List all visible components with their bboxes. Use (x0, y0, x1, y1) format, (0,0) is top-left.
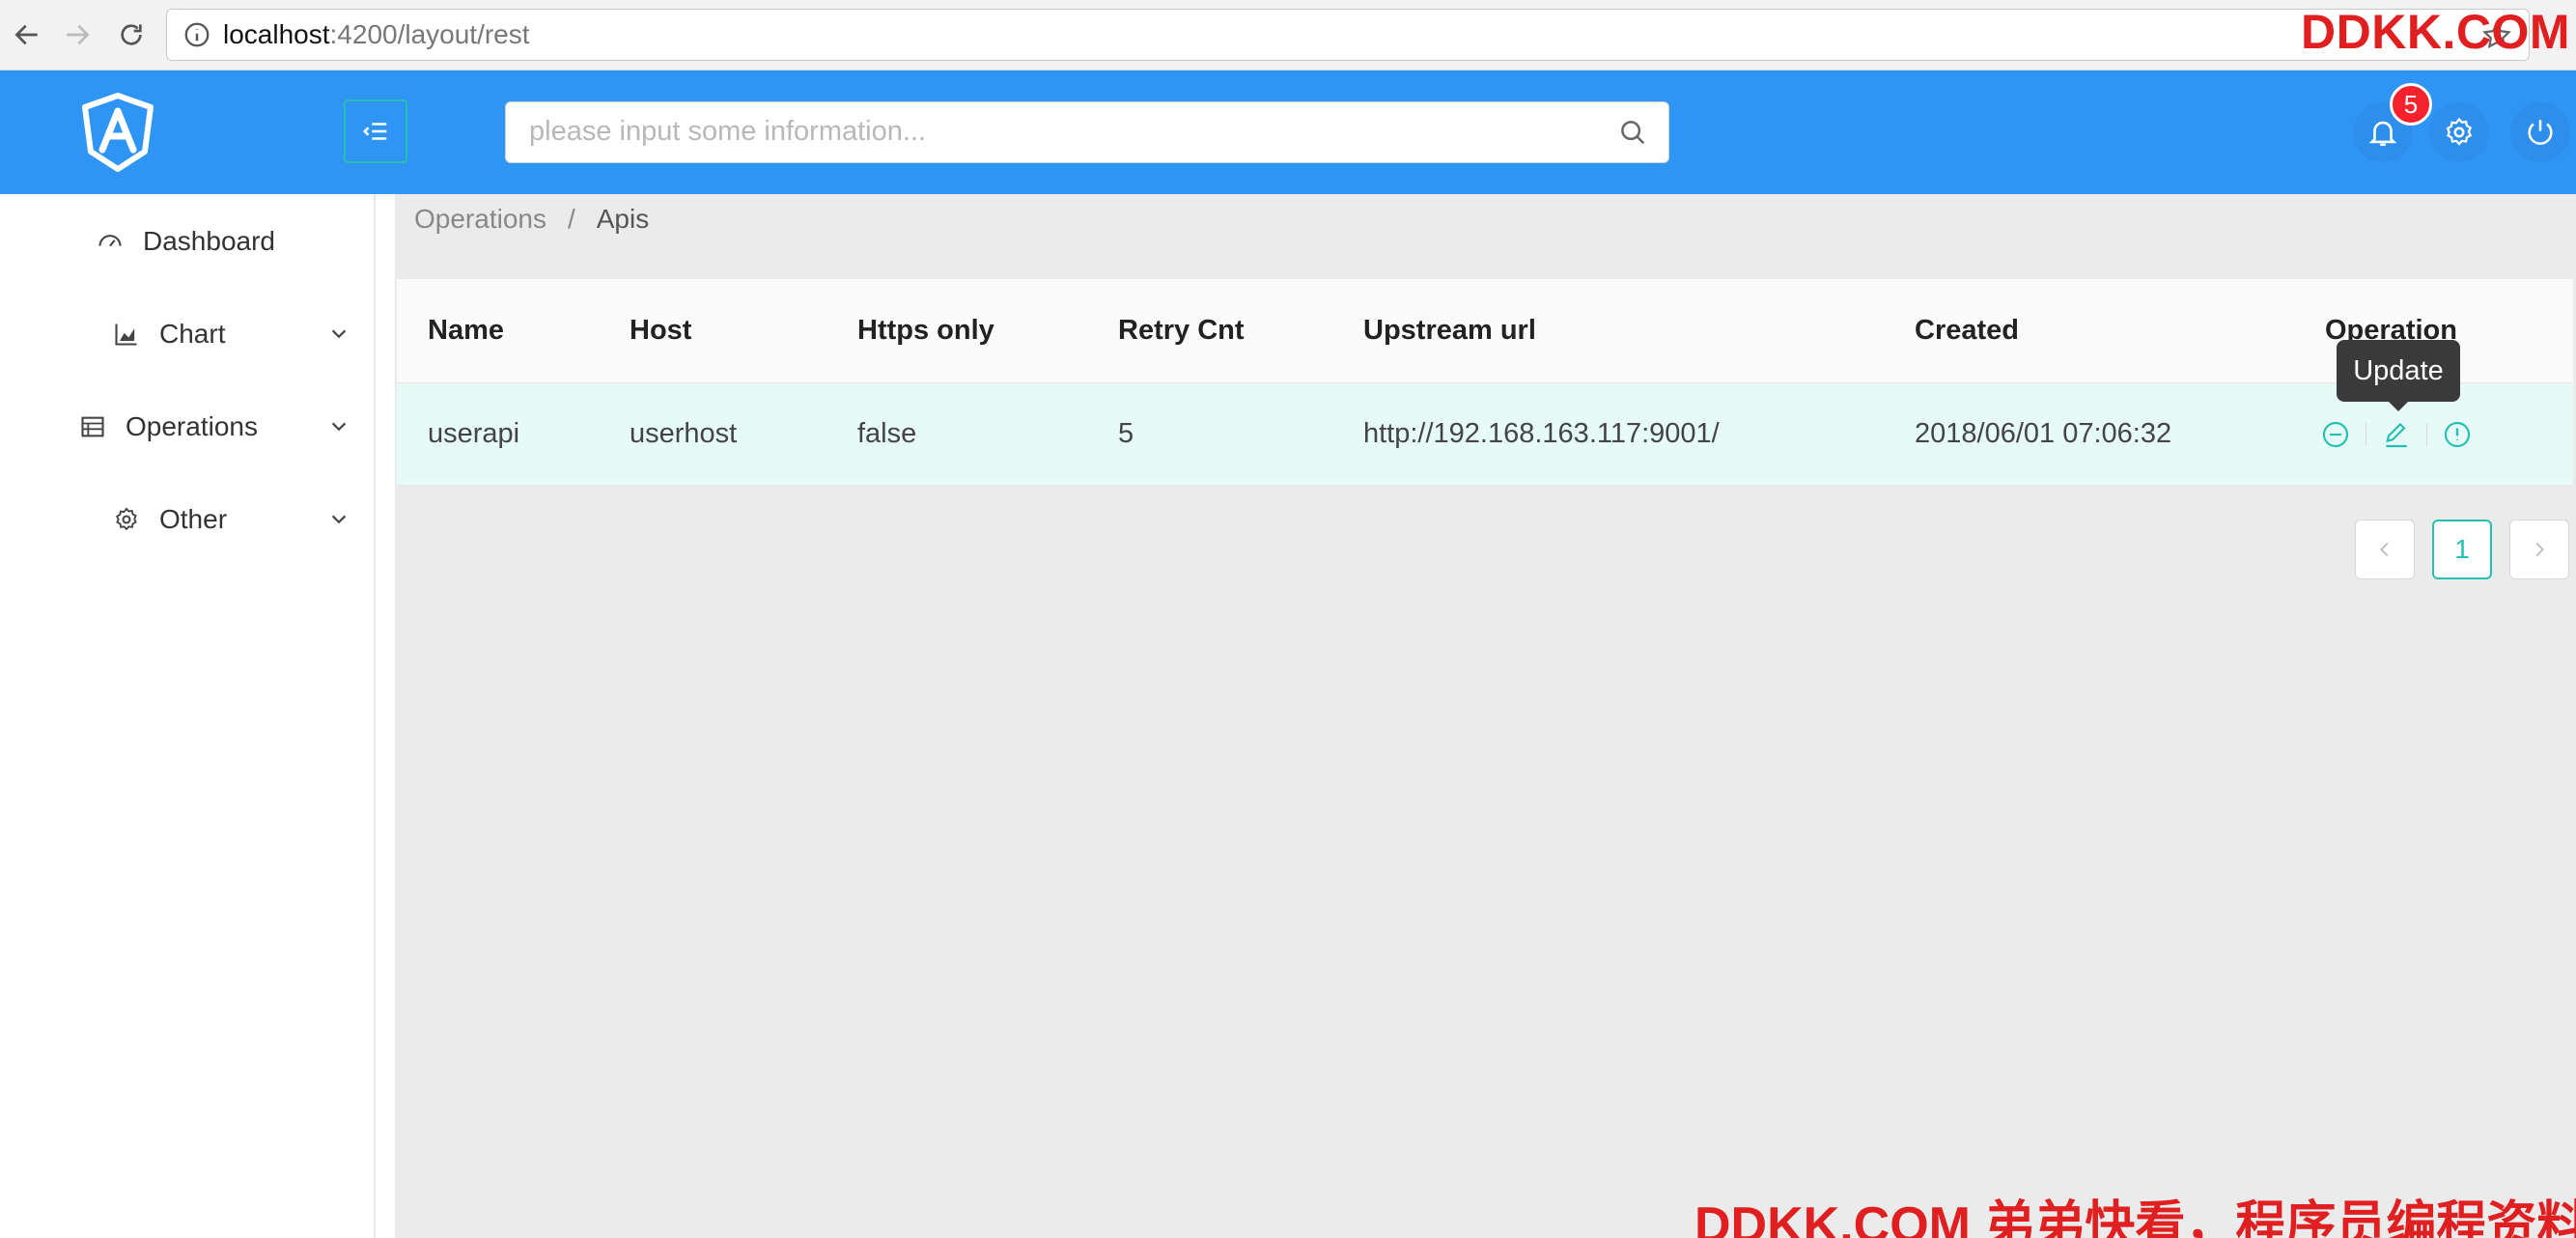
watermark-top: DDKK.COM (2301, 5, 2570, 59)
table-header: Name Host Https only Retry Cnt Upstream … (397, 279, 2573, 383)
arrow-right-icon (67, 24, 90, 45)
chevron-right-icon (2535, 542, 2544, 557)
info-icon (184, 22, 210, 47)
search-input[interactable] (506, 102, 1587, 160)
cell-https-only: false (857, 418, 917, 449)
angular-logo-icon[interactable] (77, 92, 158, 173)
pagination-page-1[interactable]: 1 (2432, 520, 2492, 579)
column-header-name[interactable]: Name (428, 279, 504, 382)
sidebar-item-label: Other (159, 504, 228, 534)
dashboard-icon (98, 235, 122, 247)
back-button[interactable] (8, 15, 46, 54)
sidebar-item-other[interactable]: Other (113, 491, 227, 549)
divider (2426, 422, 2427, 446)
cell-retry-cnt: 5 (1118, 418, 1134, 449)
main-content: Operations / Apis Name Host Https only Ret… (395, 194, 2576, 1238)
sidebar-item-chart[interactable]: Chart (113, 305, 225, 363)
menu-fold-icon (362, 123, 387, 140)
sidebar: Dashboard Chart Operations Other (0, 194, 376, 1238)
bell-icon (2368, 121, 2397, 147)
settings-button[interactable] (2429, 102, 2489, 162)
watermark-bottom: DDKK.COM 弟弟快看，程序员编程资料站 (1694, 1197, 2576, 1238)
chevron-down-icon[interactable] (328, 324, 350, 345)
column-header-host[interactable]: Host (630, 279, 691, 382)
menu-fold-button[interactable] (344, 99, 407, 163)
app-header (0, 70, 2576, 194)
sidebar-item-operations[interactable]: Operations (79, 398, 258, 456)
update-button[interactable] (2380, 418, 2413, 451)
area-chart-icon (115, 324, 137, 346)
address-bar[interactable]: localhost:4200/layout/rest (166, 9, 2530, 61)
url-host: localhost (223, 19, 330, 49)
detail-button[interactable] (2441, 418, 2474, 451)
gear-icon (116, 507, 137, 531)
power-icon (2528, 120, 2553, 145)
search-icon[interactable] (1618, 118, 1647, 147)
notification-badge: 5 (2390, 83, 2432, 126)
chevron-down-icon[interactable] (328, 416, 350, 437)
chevron-left-icon (2380, 542, 2389, 557)
sidebar-item-dashboard[interactable]: Dashboard (97, 212, 275, 270)
delete-button[interactable] (2319, 418, 2352, 451)
chevron-down-icon[interactable] (328, 509, 350, 530)
pagination-prev-button[interactable] (2355, 520, 2415, 579)
column-header-https-only[interactable]: Https only (857, 279, 994, 382)
apis-table: Name Host Https only Retry Cnt Upstream … (397, 279, 2573, 486)
cell-upstream-url: http://192.168.163.117:9001/ (1363, 418, 1720, 449)
breadcrumb-separator: / (567, 204, 575, 234)
forward-button[interactable] (58, 15, 97, 54)
breadcrumb-link-operations[interactable]: Operations (414, 204, 546, 234)
column-header-upstream-url[interactable]: Upstream url (1363, 279, 1536, 382)
cell-name: userapi (428, 418, 520, 449)
update-tooltip: Update (2337, 340, 2460, 411)
sidebar-item-label: Dashboard (143, 226, 275, 256)
arrow-left-icon (14, 24, 38, 45)
minus-circle-icon (2322, 421, 2349, 447)
logout-button[interactable] (2510, 102, 2570, 162)
reload-icon (121, 24, 142, 45)
breadcrumb: Operations / Apis (414, 204, 649, 235)
sidebar-item-label: Chart (159, 319, 226, 349)
cell-created: 2018/06/01 07:06:32 (1915, 418, 2172, 449)
edit-pencil-icon (2386, 422, 2407, 447)
column-header-created[interactable]: Created (1915, 279, 2019, 382)
table-row[interactable]: userapi userhost false 5 http://192.168.… (397, 383, 2573, 486)
exclamation-circle-icon (2444, 421, 2471, 447)
table-icon (81, 416, 104, 437)
breadcrumb-current: Apis (596, 204, 650, 234)
pagination-next-button[interactable] (2509, 520, 2569, 579)
url-path: :4200/layout/rest (329, 19, 530, 49)
gear-icon (2446, 117, 2473, 146)
cell-host: userhost (630, 418, 738, 449)
search-box (505, 101, 1669, 163)
browser-toolbar: localhost:4200/layout/rest DDKK.COM (0, 0, 2576, 70)
column-header-retry-cnt[interactable]: Retry Cnt (1118, 279, 1245, 382)
sidebar-item-label: Operations (126, 411, 258, 441)
reload-button[interactable] (112, 15, 151, 54)
